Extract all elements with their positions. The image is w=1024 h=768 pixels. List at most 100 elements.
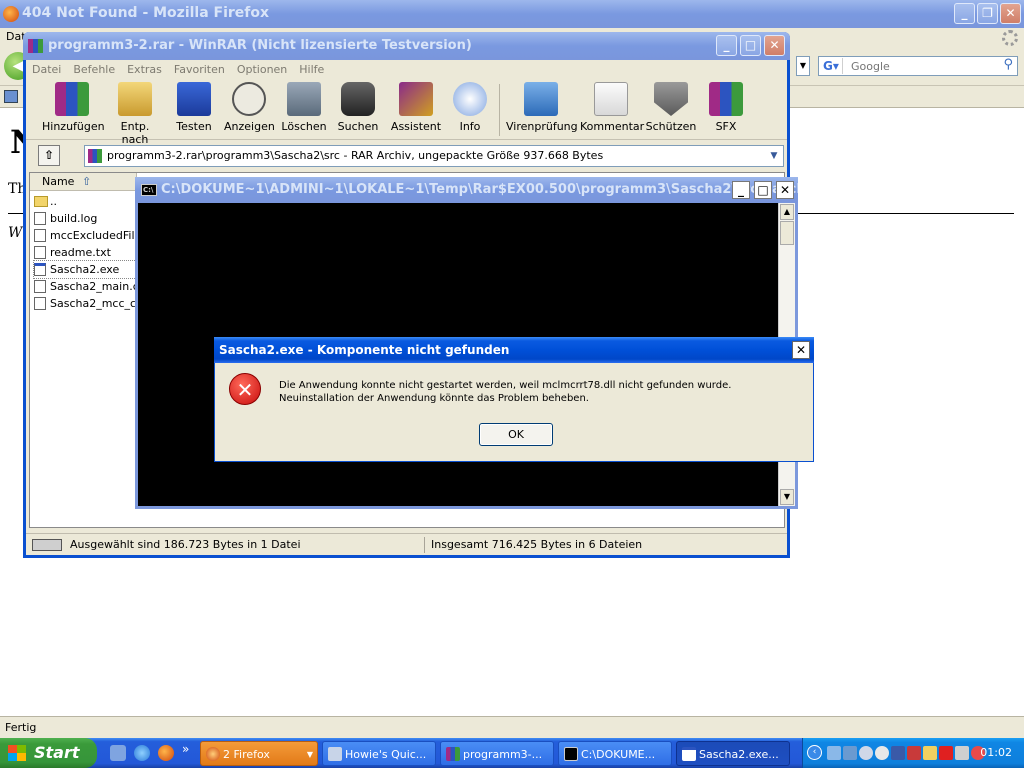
taskbar-item-console[interactable]: C:\DOKUME... <box>558 741 672 766</box>
task-label: C:\DOKUME... <box>581 748 656 761</box>
taskbar-item-winrar[interactable]: programm3-... <box>440 741 554 766</box>
scroll-up-icon[interactable]: ▲ <box>780 204 794 220</box>
dialog-message: Die Anwendung konnte nicht gestartet wer… <box>279 380 732 404</box>
console-close-button[interactable]: ✕ <box>776 181 794 199</box>
close-button[interactable]: ✕ <box>1000 3 1021 24</box>
wizard-button[interactable]: Assistent <box>388 82 444 133</box>
column-header-name[interactable]: Name ⇧ <box>30 173 137 191</box>
firefox-title: 404 Not Found - Mozilla Firefox <box>22 5 270 21</box>
taskbar-item-sascha2[interactable]: Sascha2.exe... <box>676 741 790 766</box>
menu-optionen[interactable]: Optionen <box>237 63 287 76</box>
info-icon <box>453 82 487 116</box>
info-button[interactable]: Info <box>450 82 490 133</box>
hardware-icon[interactable] <box>923 746 937 760</box>
firefox-status-bar: Fertig <box>0 716 1024 738</box>
console-maximize-button[interactable]: □ <box>754 181 772 199</box>
info-label: Info <box>459 120 481 133</box>
keyboard-icon[interactable] <box>955 746 969 760</box>
search-box[interactable]: G▾ ⚲ <box>818 56 1018 76</box>
file-name: Sascha2_main.c <box>50 280 138 293</box>
security-icon[interactable] <box>907 746 921 760</box>
group-arrow-icon: ▼ <box>306 750 313 759</box>
selection-status: Ausgewählt sind 186.723 Bytes in 1 Datei <box>70 538 301 551</box>
file-name: Sascha2.exe <box>50 263 120 276</box>
dialog-close-button[interactable]: ✕ <box>792 341 810 359</box>
menu-hilfe[interactable]: Hilfe <box>299 63 324 76</box>
path-combobox[interactable]: programm3-2.rar\programm3\Sascha2\src - … <box>84 145 784 167</box>
quicklaunch-chevron-icon[interactable]: » <box>182 742 189 756</box>
network-icon-2[interactable] <box>843 746 857 760</box>
scroll-thumb[interactable] <box>780 221 794 245</box>
comment-button[interactable]: Kommentar <box>580 82 644 133</box>
restore-button[interactable]: ❐ <box>977 3 998 24</box>
list-item[interactable]: Sascha2.exe <box>33 260 139 279</box>
minimize-button[interactable]: _ <box>954 3 975 24</box>
acrobat-icon[interactable] <box>939 746 953 760</box>
console-title-bar[interactable]: C:\ C:\DOKUME~1\ADMINI~1\LOKALE~1\Temp\R… <box>135 177 798 203</box>
c-file-icon <box>34 297 46 310</box>
page-address-text: W <box>8 225 23 241</box>
extract-to-button[interactable]: Entp. nach <box>106 82 164 146</box>
winrar-status-bar: Ausgewählt sind 186.723 Bytes in 1 Datei… <box>26 533 787 555</box>
list-item[interactable]: mccExcludedFiles <box>34 227 138 244</box>
taskbar-item-firefox[interactable]: 2 Firefox ▼ <box>200 741 318 766</box>
start-button[interactable]: Start <box>0 738 97 768</box>
menu-extras[interactable]: Extras <box>127 63 162 76</box>
sfx-button[interactable]: SFX <box>704 82 748 133</box>
protect-button[interactable]: Schützen <box>644 82 698 133</box>
console-minimize-button[interactable]: _ <box>732 181 750 199</box>
menu-favoriten[interactable]: Favoriten <box>174 63 225 76</box>
firefox-quicklaunch-icon[interactable] <box>158 745 174 761</box>
winrar-maximize-button[interactable]: □ <box>740 35 761 56</box>
status-separator <box>424 537 425 553</box>
internet-explorer-icon[interactable] <box>134 745 150 761</box>
test-button[interactable]: Testen <box>170 82 218 133</box>
winrar-close-button[interactable]: ✕ <box>764 35 785 56</box>
view-glasses-icon <box>232 82 266 116</box>
add-button[interactable]: Hinzufügen <box>42 82 105 133</box>
url-dropdown-button[interactable]: ▼ <box>796 56 810 76</box>
delete-label: Löschen <box>281 120 327 133</box>
list-item[interactable]: Sascha2_main.c <box>34 278 138 295</box>
test-label: Testen <box>176 120 212 133</box>
find-button[interactable]: Suchen <box>334 82 382 133</box>
ok-button[interactable]: OK <box>479 423 553 446</box>
winrar-title-bar[interactable]: programm3-2.rar - WinRAR (Nicht lizensie… <box>23 32 790 60</box>
view-button[interactable]: Anzeigen <box>224 82 275 133</box>
tray-expand-icon[interactable]: ‹ <box>807 745 822 760</box>
chevron-down-icon[interactable]: ▼ <box>767 148 781 164</box>
extract-folder-icon <box>118 82 152 116</box>
folder-up-button[interactable]: ⇧ <box>38 145 60 166</box>
menu-datei[interactable]: Datei <box>32 63 61 76</box>
menu-befehle[interactable]: Befehle <box>73 63 115 76</box>
archive-icon <box>88 149 102 163</box>
sort-arrow-icon: ⇧ <box>82 175 92 188</box>
list-item[interactable]: build.log <box>34 210 138 227</box>
scroll-down-icon[interactable]: ▼ <box>780 489 794 505</box>
taskbar-item-howies[interactable]: Howie's Quic... <box>322 741 436 766</box>
google-icon[interactable]: G▾ <box>821 58 843 74</box>
search-input[interactable] <box>849 58 989 74</box>
cd-icon[interactable] <box>875 746 889 760</box>
list-item[interactable]: .. <box>34 193 138 210</box>
winrar-title: programm3-2.rar - WinRAR (Nicht lizensie… <box>48 38 472 53</box>
list-item[interactable]: readme.txt <box>34 244 138 261</box>
list-item[interactable]: Sascha2_mcc_co <box>34 295 138 312</box>
winrar-menu-bar: Datei Befehle Extras Favoriten Optionen Hilfe <box>26 60 787 80</box>
search-icon[interactable]: ⚲ <box>1003 57 1013 72</box>
folder-icon <box>34 196 48 207</box>
winrar-minimize-button[interactable]: _ <box>716 35 737 56</box>
dialog-title-bar[interactable]: Sascha2.exe - Komponente nicht gefunden … <box>214 337 814 363</box>
battery-icon[interactable] <box>891 746 905 760</box>
delete-button[interactable]: Löschen <box>280 82 328 133</box>
show-desktop-icon[interactable] <box>110 745 126 761</box>
toolbar-separator <box>499 84 500 136</box>
clock[interactable]: 01:02 <box>980 738 1012 768</box>
network-icon[interactable] <box>827 746 841 760</box>
add-label: Hinzufügen <box>42 120 105 133</box>
bookmark-icon[interactable] <box>4 90 18 103</box>
volume-icon[interactable] <box>859 746 873 760</box>
virus-scan-button[interactable]: Virenprüfung <box>506 82 578 133</box>
firefox-title-bar[interactable]: 404 Not Found - Mozilla Firefox _ ❐ ✕ <box>0 0 1024 28</box>
test-book-icon <box>177 82 211 116</box>
